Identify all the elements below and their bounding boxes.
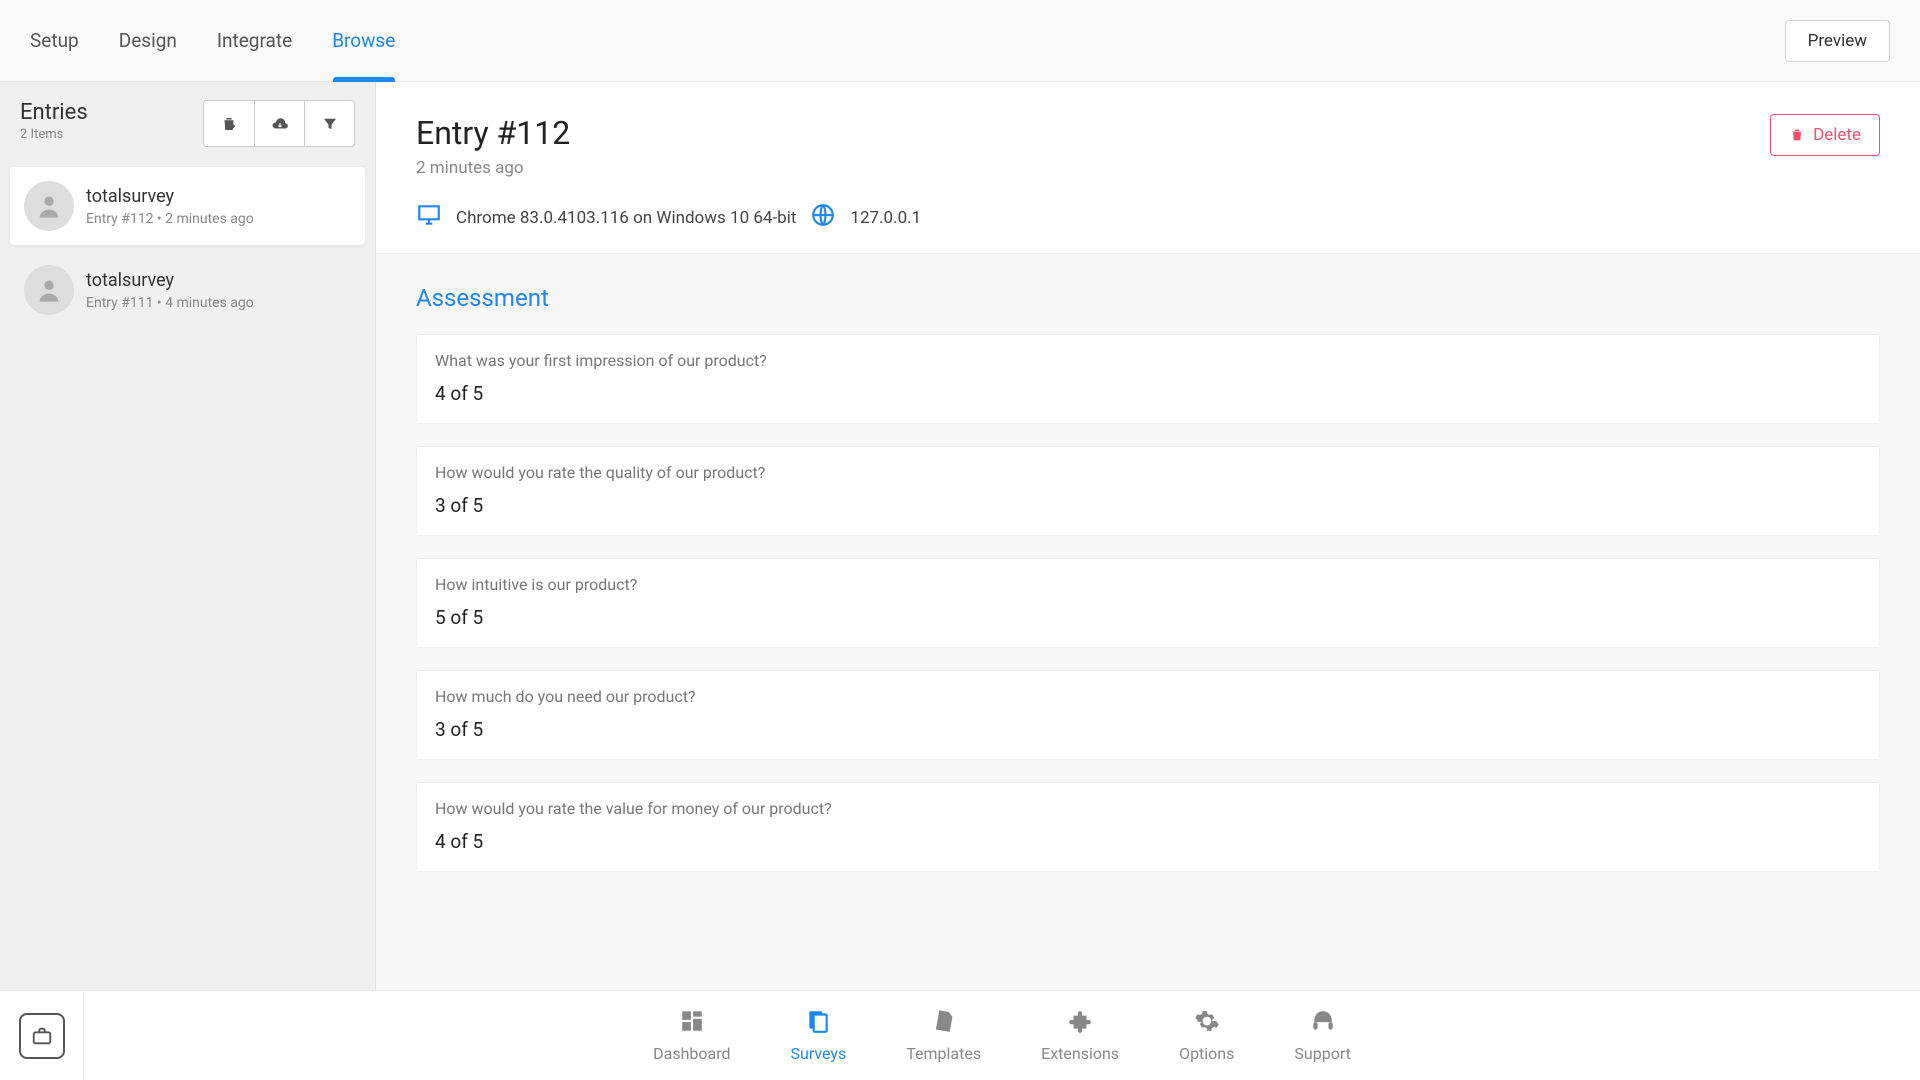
briefcase-button[interactable] bbox=[19, 1013, 65, 1059]
question-text: How would you rate the quality of our pr… bbox=[435, 463, 1861, 482]
templates-icon bbox=[931, 1008, 957, 1038]
answer-text: 4 of 5 bbox=[435, 382, 1861, 405]
question-card: What was your first impression of our pr… bbox=[416, 334, 1880, 424]
options-icon bbox=[1194, 1008, 1220, 1038]
entries-sidebar: Entries 2 Items Reset survey totalsurvey… bbox=[0, 82, 376, 990]
nav-support[interactable]: Support bbox=[1294, 1008, 1350, 1063]
question-text: What was your first impression of our pr… bbox=[435, 351, 1861, 370]
cloud-download-icon bbox=[271, 115, 289, 133]
entries-toolbar: Reset survey bbox=[203, 100, 355, 147]
entry-user: totalsurvey bbox=[86, 186, 254, 207]
filter-button[interactable] bbox=[304, 101, 354, 146]
nav-label: Support bbox=[1294, 1044, 1350, 1063]
nav-label: Templates bbox=[906, 1044, 981, 1063]
surveys-icon bbox=[805, 1008, 831, 1038]
nav-label: Options bbox=[1179, 1044, 1234, 1063]
entry-browser: Chrome 83.0.4103.116 on Windows 10 64-bi… bbox=[456, 208, 796, 228]
entry-detail: Entry #112 2 minutes ago Chrome 83.0.410… bbox=[376, 82, 1920, 990]
filter-icon bbox=[321, 115, 339, 133]
monitor-icon bbox=[416, 202, 442, 233]
entry-meta: Entry #111 • 4 minutes ago bbox=[86, 295, 254, 311]
delete-button[interactable]: Delete bbox=[1770, 114, 1880, 156]
dashboard-icon bbox=[679, 1008, 705, 1038]
question-card: How would you rate the value for money o… bbox=[416, 782, 1880, 872]
entries-count: 2 Items bbox=[20, 127, 88, 142]
section-title: Assessment bbox=[416, 284, 1880, 312]
entry-item[interactable]: totalsurvey Entry #111 • 4 minutes ago bbox=[10, 251, 365, 329]
answer-text: 4 of 5 bbox=[435, 830, 1861, 853]
nav-label: Dashboard bbox=[653, 1044, 730, 1063]
question-text: How much do you need our product? bbox=[435, 687, 1861, 706]
question-text: How would you rate the value for money o… bbox=[435, 799, 1861, 818]
export-button[interactable] bbox=[254, 101, 304, 146]
question-card: How much do you need our product? 3 of 5 bbox=[416, 670, 1880, 760]
briefcase-icon bbox=[31, 1025, 53, 1047]
avatar bbox=[24, 181, 74, 231]
answer-text: 5 of 5 bbox=[435, 606, 1861, 629]
entry-meta: Entry #112 • 2 minutes ago bbox=[86, 211, 254, 227]
entries-title: Entries bbox=[20, 100, 88, 125]
trash-out-icon bbox=[220, 115, 238, 133]
entry-time: 2 minutes ago bbox=[416, 158, 921, 178]
nav-dashboard[interactable]: Dashboard bbox=[653, 1008, 730, 1063]
nav-options[interactable]: Options bbox=[1179, 1008, 1234, 1063]
question-text: How intuitive is our product? bbox=[435, 575, 1861, 594]
entry-title: Entry #112 bbox=[416, 114, 921, 152]
reset-survey-button[interactable] bbox=[204, 101, 254, 146]
question-card: How would you rate the quality of our pr… bbox=[416, 446, 1880, 536]
tab-browse[interactable]: Browse bbox=[332, 0, 395, 81]
bottom-bar: Dashboard Surveys Templates Extensions Optio… bbox=[0, 990, 1920, 1080]
entry-ip: 127.0.0.1 bbox=[850, 208, 921, 228]
globe-icon bbox=[810, 202, 836, 233]
answer-text: 3 of 5 bbox=[435, 718, 1861, 741]
entry-user: totalsurvey bbox=[86, 270, 254, 291]
preview-button[interactable]: Preview bbox=[1785, 20, 1890, 62]
nav-extensions[interactable]: Extensions bbox=[1041, 1008, 1119, 1063]
question-card: How intuitive is our product? 5 of 5 bbox=[416, 558, 1880, 648]
support-icon bbox=[1310, 1008, 1336, 1038]
avatar bbox=[24, 265, 74, 315]
tab-design[interactable]: Design bbox=[119, 0, 177, 81]
entry-item[interactable]: totalsurvey Entry #112 • 2 minutes ago bbox=[10, 167, 365, 245]
tab-integrate[interactable]: Integrate bbox=[217, 0, 292, 81]
top-bar: Setup Design Integrate Browse Preview bbox=[0, 0, 1920, 82]
nav-label: Extensions bbox=[1041, 1044, 1119, 1063]
tab-setup[interactable]: Setup bbox=[30, 0, 79, 81]
nav-templates[interactable]: Templates bbox=[906, 1008, 981, 1063]
nav-label: Surveys bbox=[791, 1044, 847, 1063]
delete-label: Delete bbox=[1813, 125, 1861, 145]
extensions-icon bbox=[1067, 1008, 1093, 1038]
answer-text: 3 of 5 bbox=[435, 494, 1861, 517]
nav-surveys[interactable]: Surveys bbox=[791, 1008, 847, 1063]
trash-icon bbox=[1789, 127, 1805, 143]
